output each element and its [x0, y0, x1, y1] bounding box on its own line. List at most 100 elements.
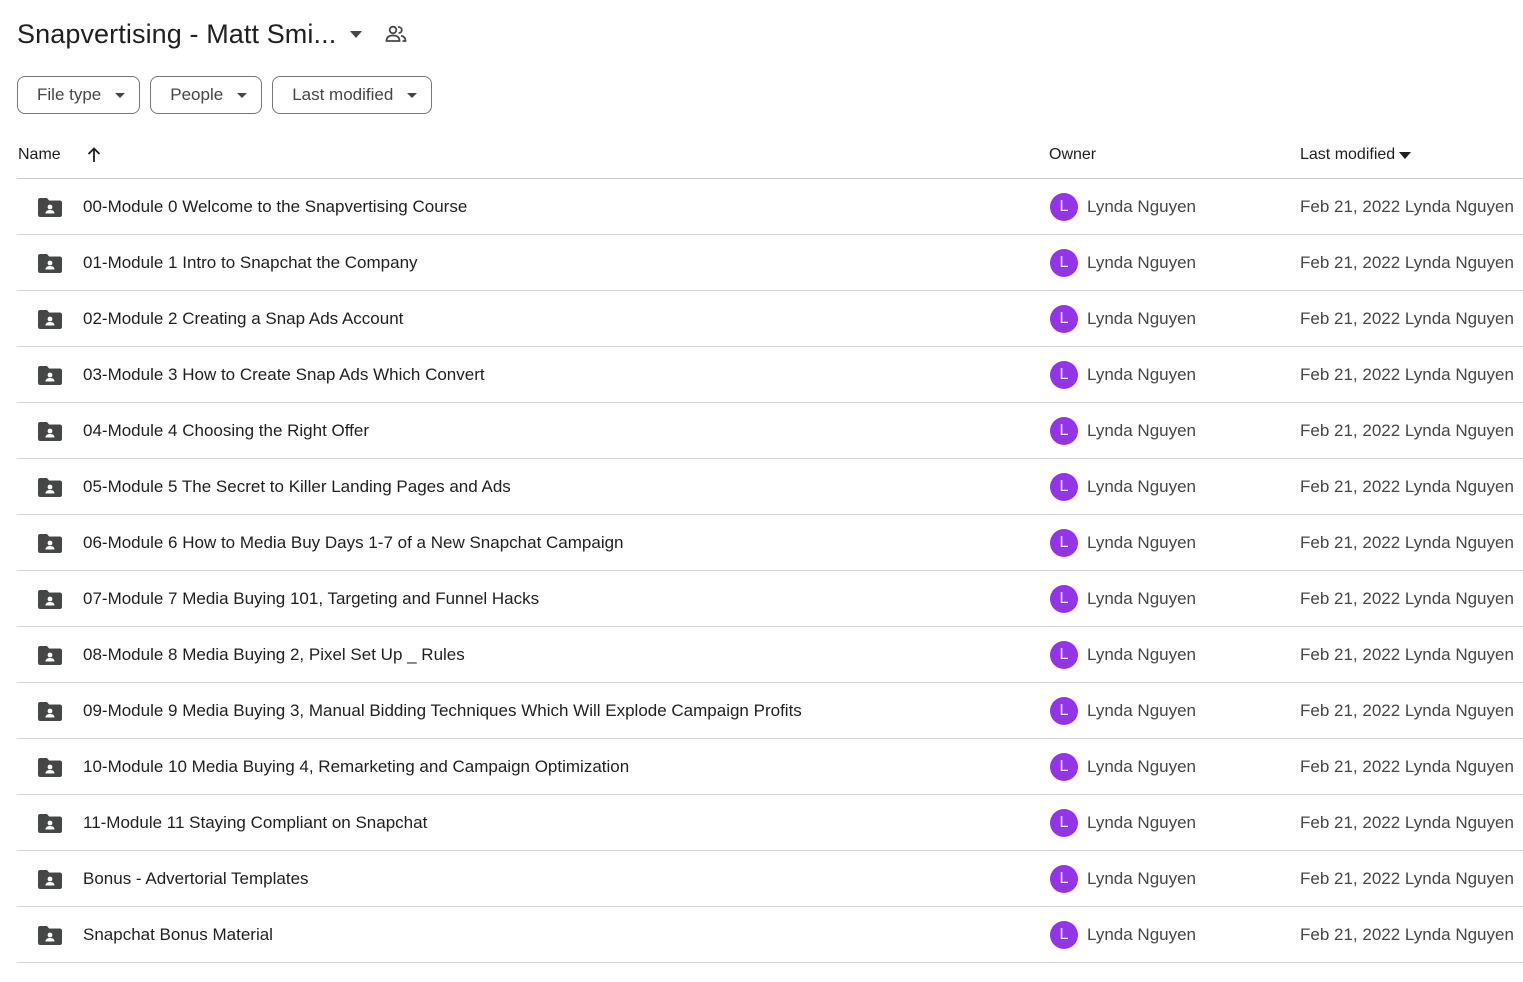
- avatar: L: [1050, 529, 1078, 557]
- shared-folder-icon: [38, 868, 62, 890]
- last-modified-value: Feb 21, 2022 Lynda Nguyen: [1300, 813, 1514, 832]
- last-modified-value: Feb 21, 2022 Lynda Nguyen: [1300, 253, 1514, 272]
- last-modified-value: Feb 21, 2022 Lynda Nguyen: [1300, 645, 1514, 664]
- shared-folder-icon: [38, 252, 62, 274]
- file-name[interactable]: 06-Module 6 How to Media Buy Days 1-7 of…: [83, 533, 624, 553]
- shared-folder-icon: [38, 588, 62, 610]
- last-modified-column-header[interactable]: Last modified: [1300, 146, 1412, 164]
- owner-name: Lynda Nguyen: [1087, 533, 1197, 552]
- file-name[interactable]: 10-Module 10 Media Buying 4, Remarketing…: [83, 757, 629, 777]
- owner-name: Lynda Nguyen: [1087, 869, 1197, 888]
- avatar: L: [1050, 641, 1078, 669]
- last-modified-value: Feb 21, 2022 Lynda Nguyen: [1300, 533, 1514, 552]
- owner-column-header[interactable]: Owner: [1049, 146, 1096, 164]
- file-name[interactable]: 01-Module 1 Intro to Snapchat the Compan…: [83, 253, 418, 273]
- table-row[interactable]: 11-Module 11 Staying Compliant on Snapch…: [17, 795, 1523, 851]
- drive-folder-view: Snapvertising - Matt Smi... File type Pe…: [0, 0, 1523, 982]
- shared-folder-icon: [38, 644, 62, 666]
- file-type-filter-chip[interactable]: File type: [17, 76, 141, 114]
- caret-down-icon: [237, 92, 248, 98]
- file-name[interactable]: 11-Module 11 Staying Compliant on Snapch…: [83, 813, 427, 833]
- avatar: L: [1050, 585, 1078, 613]
- folder-header: Snapvertising - Matt Smi...: [17, 14, 408, 54]
- shared-folder-icon: [38, 364, 62, 386]
- file-name[interactable]: Bonus - Advertorial Templates: [83, 869, 309, 889]
- last-modified-value: Feb 21, 2022 Lynda Nguyen: [1300, 589, 1514, 608]
- owner-name: Lynda Nguyen: [1087, 701, 1197, 720]
- owner-name: Lynda Nguyen: [1087, 197, 1197, 216]
- chip-label: People: [170, 85, 224, 104]
- caret-down-icon: [115, 92, 126, 98]
- shared-folder-icon: [38, 924, 62, 946]
- shared-folder-icon: [38, 476, 62, 498]
- file-name[interactable]: 04-Module 4 Choosing the Right Offer: [83, 421, 369, 441]
- owner-name: Lynda Nguyen: [1087, 757, 1197, 776]
- file-name[interactable]: 09-Module 9 Media Buying 3, Manual Biddi…: [83, 701, 802, 721]
- avatar: L: [1050, 753, 1078, 781]
- table-row[interactable]: Snapchat Bonus Material L Lynda Nguyen F…: [17, 907, 1523, 963]
- table-row[interactable]: 07-Module 7 Media Buying 101, Targeting …: [17, 571, 1523, 627]
- table-row[interactable]: 09-Module 9 Media Buying 3, Manual Biddi…: [17, 683, 1523, 739]
- table-row[interactable]: 01-Module 1 Intro to Snapchat the Compan…: [17, 235, 1523, 291]
- file-name[interactable]: Snapchat Bonus Material: [83, 925, 273, 945]
- owner-name: Lynda Nguyen: [1087, 421, 1197, 440]
- shared-people-icon[interactable]: [384, 22, 408, 46]
- file-name[interactable]: 00-Module 0 Welcome to the Snapvertising…: [83, 197, 467, 217]
- owner-name: Lynda Nguyen: [1087, 365, 1197, 384]
- owner-name: Lynda Nguyen: [1087, 925, 1197, 944]
- chip-label: File type: [37, 85, 102, 104]
- last-modified-value: Feb 21, 2022 Lynda Nguyen: [1300, 309, 1514, 328]
- table-row[interactable]: Bonus - Advertorial Templates L Lynda Ng…: [17, 851, 1523, 907]
- table-row[interactable]: 04-Module 4 Choosing the Right Offer L L…: [17, 403, 1523, 459]
- owner-name: Lynda Nguyen: [1087, 589, 1197, 608]
- table-row[interactable]: 00-Module 0 Welcome to the Snapvertising…: [17, 179, 1523, 235]
- chip-label: Last modified: [292, 85, 394, 104]
- owner-name: Lynda Nguyen: [1087, 813, 1197, 832]
- arrow-up-icon[interactable]: [87, 147, 101, 163]
- shared-folder-icon: [38, 812, 62, 834]
- table-row[interactable]: 02-Module 2 Creating a Snap Ads Account …: [17, 291, 1523, 347]
- last-modified-value: Feb 21, 2022 Lynda Nguyen: [1300, 477, 1514, 496]
- name-column-label: Name: [18, 146, 61, 163]
- last-modified-value: Feb 21, 2022 Lynda Nguyen: [1300, 197, 1514, 216]
- avatar: L: [1050, 361, 1078, 389]
- last-modified-value: Feb 21, 2022 Lynda Nguyen: [1300, 925, 1514, 944]
- caret-down-icon[interactable]: [344, 22, 368, 46]
- last-modified-filter-chip[interactable]: Last modified: [272, 76, 433, 114]
- file-name[interactable]: 02-Module 2 Creating a Snap Ads Account: [83, 309, 403, 329]
- avatar: L: [1050, 193, 1078, 221]
- owner-name: Lynda Nguyen: [1087, 309, 1197, 328]
- avatar: L: [1050, 809, 1078, 837]
- file-name[interactable]: 05-Module 5 The Secret to Killer Landing…: [83, 477, 511, 497]
- avatar: L: [1050, 249, 1078, 277]
- avatar: L: [1050, 865, 1078, 893]
- table-row[interactable]: 05-Module 5 The Secret to Killer Landing…: [17, 459, 1523, 515]
- caret-down-icon: [1399, 151, 1412, 159]
- table-row[interactable]: 10-Module 10 Media Buying 4, Remarketing…: [17, 739, 1523, 795]
- table-row[interactable]: 06-Module 6 How to Media Buy Days 1-7 of…: [17, 515, 1523, 571]
- file-list: 00-Module 0 Welcome to the Snapvertising…: [17, 179, 1523, 963]
- shared-folder-icon: [38, 700, 62, 722]
- last-modified-column-label: Last modified: [1300, 146, 1396, 163]
- caret-down-icon: [407, 92, 418, 98]
- avatar: L: [1050, 697, 1078, 725]
- table-row[interactable]: 03-Module 3 How to Create Snap Ads Which…: [17, 347, 1523, 403]
- shared-folder-icon: [38, 420, 62, 442]
- filter-chips: File type People Last modified: [17, 76, 433, 114]
- avatar: L: [1050, 305, 1078, 333]
- last-modified-value: Feb 21, 2022 Lynda Nguyen: [1300, 365, 1514, 384]
- name-column-header[interactable]: Name: [18, 146, 101, 164]
- last-modified-value: Feb 21, 2022 Lynda Nguyen: [1300, 757, 1514, 776]
- file-name[interactable]: 03-Module 3 How to Create Snap Ads Which…: [83, 365, 485, 385]
- shared-folder-icon: [38, 532, 62, 554]
- people-filter-chip[interactable]: People: [150, 76, 263, 114]
- avatar: L: [1050, 921, 1078, 949]
- shared-folder-icon: [38, 308, 62, 330]
- folder-title[interactable]: Snapvertising - Matt Smi...: [17, 19, 336, 50]
- file-name[interactable]: 08-Module 8 Media Buying 2, Pixel Set Up…: [83, 645, 465, 665]
- owner-name: Lynda Nguyen: [1087, 645, 1197, 664]
- avatar: L: [1050, 417, 1078, 445]
- file-name[interactable]: 07-Module 7 Media Buying 101, Targeting …: [83, 589, 539, 609]
- table-row[interactable]: 08-Module 8 Media Buying 2, Pixel Set Up…: [17, 627, 1523, 683]
- last-modified-value: Feb 21, 2022 Lynda Nguyen: [1300, 701, 1514, 720]
